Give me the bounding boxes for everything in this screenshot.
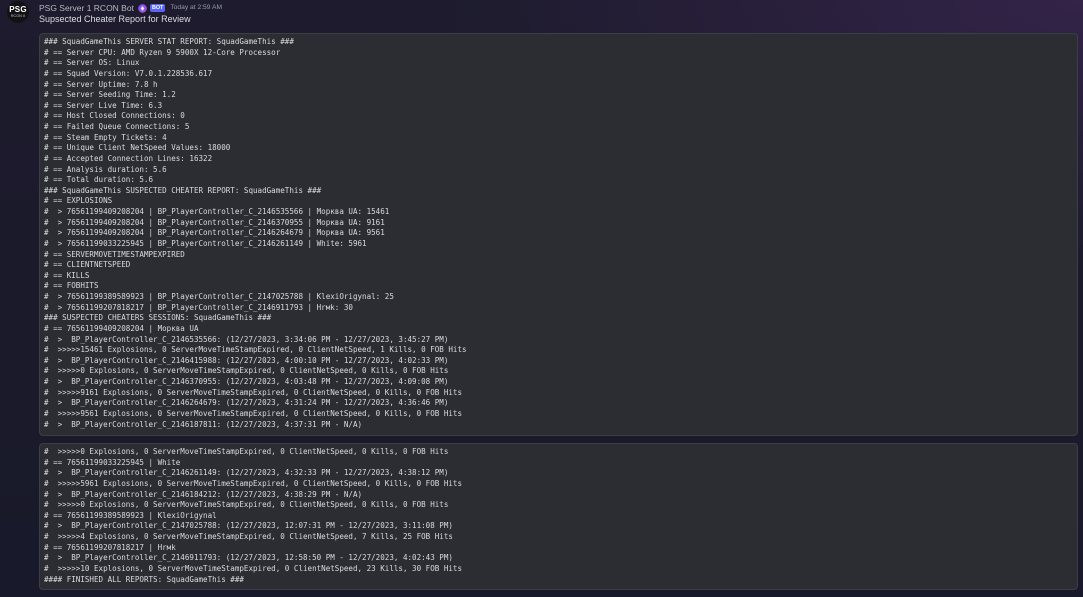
code-line: # >>>>>15461 Explosions, 0 ServerMoveTim… bbox=[44, 345, 467, 355]
code-line: # > BP_PlayerController_C_2146261149: (1… bbox=[44, 468, 449, 478]
code-line: # > 76561199207818217 | BP_PlayerControl… bbox=[44, 302, 353, 312]
code-line: # == Server Seeding Time: 1.2 bbox=[44, 90, 176, 100]
code-line: # == 76561199033225945 | White bbox=[44, 457, 181, 467]
code-line: #### FINISHED ALL REPORTS: SquadGameThis… bbox=[44, 574, 244, 584]
code-line: # > BP_PlayerController_C_2146415988: (1… bbox=[44, 355, 449, 365]
code-line: # > BP_PlayerController_C_2146187811: (1… bbox=[44, 419, 363, 429]
code-line: # > 76561199409208204 | BP_PlayerControl… bbox=[44, 228, 385, 238]
code-line: # >>>>>0 Explosions, 0 ServerMoveTimeSta… bbox=[44, 447, 449, 456]
code-line: # > BP_PlayerController_C_2146370955: (1… bbox=[44, 377, 449, 386]
code-line: # >>>>>9561 Explosions, 0 ServerMoveTime… bbox=[44, 408, 463, 418]
code-line: # > 76561199409208204 | BP_PlayerControl… bbox=[44, 217, 385, 227]
code-line: # == 76561199389589923 | KlexiOrigynal bbox=[44, 510, 217, 520]
code-line: # >>>>>0 Explosions, 0 ServerMoveTimeSta… bbox=[44, 500, 449, 510]
code-line: # == Accepted Connection Lines: 16322 bbox=[44, 153, 213, 163]
avatar-logo-subtext: RCON II bbox=[10, 14, 26, 18]
code-line: # > BP_PlayerController_C_2147025788: (1… bbox=[44, 521, 453, 531]
code-line: # > BP_PlayerController_C_2146911793: (1… bbox=[44, 553, 453, 563]
code-line: # == Host Closed Connections: 0 bbox=[44, 111, 185, 121]
code-line: # > 76561199033225945 | BP_PlayerControl… bbox=[44, 238, 367, 248]
code-line: # > BP_PlayerController_C_2146184212: (1… bbox=[44, 489, 363, 499]
code-line: # == CLIENTNETSPEED bbox=[44, 260, 131, 270]
bot-avatar[interactable]: PSG RCON II bbox=[7, 1, 29, 23]
code-line: # > 76561199409208204 | BP_PlayerControl… bbox=[44, 207, 390, 216]
code-line: # >>>>>0 Explosions, 0 ServerMoveTimeSta… bbox=[44, 366, 449, 376]
code-line: # == Squad Version: V7.0.1.228536.617 bbox=[44, 68, 213, 78]
code-line: # == 76561199207818217 | Hrмk bbox=[44, 542, 176, 552]
avatar-logo-text: PSG bbox=[9, 5, 27, 14]
code-line: # > BP_PlayerController_C_2146264679: (1… bbox=[44, 398, 449, 408]
bot-tag: BOT bbox=[149, 4, 166, 12]
code-line: ### SUSPECTED CHEATERS SESSIONS: SquadGa… bbox=[44, 313, 272, 323]
code-line: # >>>>>5961 Explosions, 0 ServerMoveTime… bbox=[44, 478, 463, 488]
code-block-server-report: ### SquadGameThis SERVER STAT REPORT: Sq… bbox=[39, 33, 1078, 436]
role-badge-icon bbox=[138, 3, 147, 13]
code-line: # == KILLS bbox=[44, 270, 90, 280]
code-line: # > BP_PlayerController_C_2146535566: (1… bbox=[44, 334, 449, 344]
code-line: # == 76561199409208204 | Морква UA bbox=[44, 323, 199, 333]
chat-message: PSG RCON II PSG Server 1 RCON Bot BOT To… bbox=[0, 0, 1083, 597]
code-line: # == Server OS: Linux bbox=[44, 58, 140, 68]
code-line: ### SquadGameThis SUSPECTED CHEATER REPO… bbox=[44, 185, 322, 195]
code-line: # > 76561199389589923 | BP_PlayerControl… bbox=[44, 292, 394, 301]
code-block-session-report: # >>>>>0 Explosions, 0 ServerMoveTimeSta… bbox=[39, 443, 1078, 590]
code-line: # == SERVERMOVETIMESTAMPEXPIRED bbox=[44, 249, 185, 259]
code-line: # == Unique Client NetSpeed Values: 1800… bbox=[44, 143, 231, 153]
code-line: # == FOBHITS bbox=[44, 281, 99, 291]
code-line: # == Steam Empty Tickets: 4 bbox=[44, 132, 167, 142]
code-line: # == Failed Queue Connections: 5 bbox=[44, 122, 190, 131]
code-line: # == Total duration: 5.6 bbox=[44, 175, 154, 185]
code-line: # == Server CPU: AMD Ryzen 9 5900X 12-Co… bbox=[44, 47, 281, 57]
message-content: Supsected Cheater Report for Review bbox=[39, 14, 191, 24]
code-line: # >>>>>4 Explosions, 0 ServerMoveTimeSta… bbox=[44, 532, 453, 541]
code-line: # == Analysis duration: 5.6 bbox=[44, 164, 167, 174]
code-line: # == EXPLOSIONS bbox=[44, 196, 113, 206]
code-line: # == Server Uptime: 7.8 h bbox=[44, 79, 158, 89]
code-line: ### SquadGameThis SERVER STAT REPORT: Sq… bbox=[44, 37, 294, 46]
code-line: # >>>>>10 Explosions, 0 ServerMoveTimeSt… bbox=[44, 563, 463, 573]
code-line: # >>>>>9161 Explosions, 0 ServerMoveTime… bbox=[44, 387, 463, 397]
code-line: # == Server Live Time: 6.3 bbox=[44, 100, 163, 110]
